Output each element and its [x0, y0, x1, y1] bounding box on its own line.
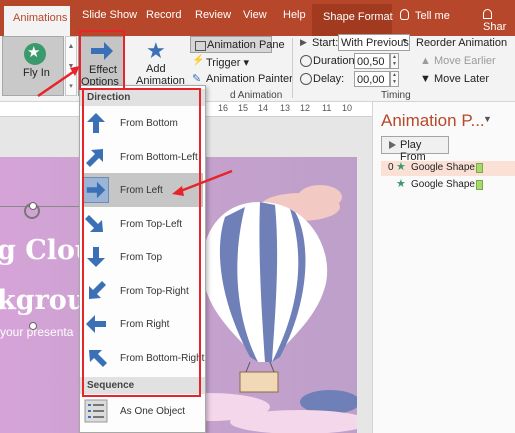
slide-title-line2: kgrou	[0, 285, 87, 316]
scroll-up-icon[interactable]: ▲	[66, 37, 76, 57]
animation-pane: Animation P... ▼ Play From 0 ★ Google Sh…	[372, 102, 515, 433]
scroll-down-icon[interactable]: ▼	[66, 57, 76, 77]
trigger-label: Trigger	[206, 57, 241, 69]
duration-spinner[interactable]: ▲ ▼	[390, 53, 399, 69]
lightbulb-icon	[400, 9, 409, 20]
resize-handle[interactable]	[29, 322, 37, 330]
start-label: Start:	[300, 37, 338, 49]
chevron-down-icon: ▼	[401, 38, 408, 45]
start-value: With Previous	[341, 37, 409, 49]
tab-view[interactable]: View	[243, 9, 267, 21]
resize-handle[interactable]	[29, 202, 37, 210]
advanced-animation-group-label: d Animation	[230, 90, 283, 101]
move-earlier-label: Move Earlier	[433, 55, 496, 67]
ribbon-body: Fly In ▲ ▼ ▾ Effect Options ▾ ★ Add Anim…	[0, 34, 515, 102]
entrance-star-icon: ★	[396, 178, 406, 190]
fly-in-star-icon	[24, 43, 46, 65]
delay-input[interactable]: 00,00	[354, 71, 390, 87]
animation-order-number: 0	[388, 162, 394, 173]
animation-pane-button[interactable]: Animation Pane	[190, 36, 285, 53]
menu-option-as-one-object[interactable]: As One Object	[82, 394, 203, 428]
ribbon-tab-bar: Animations Slide Show Record Review View…	[0, 0, 515, 36]
share-label: Shar	[483, 21, 507, 33]
tab-animations[interactable]: Animations	[4, 6, 70, 36]
delay-spinner[interactable]: ▲ ▼	[390, 71, 399, 87]
play-from-button[interactable]: Play From	[381, 136, 449, 163]
tab-shape-format[interactable]: Shape Format	[312, 4, 393, 36]
reorder-animation-label: Reorder Animation	[416, 37, 508, 49]
tab-review[interactable]: Review	[195, 9, 231, 21]
entrance-star-icon: ★	[396, 161, 406, 173]
ruler-tick: 12	[300, 103, 311, 113]
animation-pane-title: Animation P...	[381, 111, 485, 130]
gallery-more-icon[interactable]: ▾	[66, 77, 76, 97]
move-earlier-button[interactable]: ▲ Move Earlier	[420, 55, 496, 67]
ruler-tick: 16	[218, 103, 229, 113]
animation-list-item[interactable]: ★ Google Shape...	[381, 178, 515, 193]
animation-item-name: Google Shape...	[411, 162, 484, 173]
timing-group-label: Timing	[381, 90, 411, 101]
ruler-tick: 13	[280, 103, 291, 113]
timing-bar[interactable]	[476, 163, 483, 173]
trigger-button[interactable]: Trigger ▾	[192, 55, 249, 69]
move-later-button[interactable]: ▼ Move Later	[420, 73, 489, 85]
pane-options-chevron-icon[interactable]: ▼	[483, 114, 492, 124]
selection-border	[0, 206, 80, 207]
highlight-box-direction	[82, 88, 201, 397]
animation-painter-button[interactable]: Animation Painter	[192, 72, 293, 85]
tab-slide-show[interactable]: Slide Show	[82, 9, 137, 21]
move-later-label: Move Later	[433, 73, 489, 85]
ruler-tick: 15	[238, 103, 249, 113]
ruler-tick: 11	[322, 103, 332, 113]
animation-list-item[interactable]: 0 ★ Google Shape...	[381, 161, 515, 176]
add-animation-star-icon: ★	[146, 38, 166, 63]
duration-input[interactable]: 00,50	[354, 53, 390, 69]
option-label: As One Object	[120, 406, 186, 417]
delay-label: Delay:	[300, 73, 344, 85]
add-label: Add	[146, 63, 166, 75]
highlight-box-effect-options	[79, 30, 125, 90]
timing-bar[interactable]	[476, 180, 483, 190]
person-icon	[483, 9, 492, 19]
tell-me-box[interactable]: Tell me	[400, 9, 450, 22]
tell-me-label: Tell me	[415, 10, 450, 22]
duration-label: Duration:	[300, 55, 358, 67]
animation-item-name: Google Shape...	[411, 179, 484, 190]
group-divider	[292, 38, 293, 98]
fly-in-animation-button[interactable]: Fly In	[2, 36, 64, 96]
start-select[interactable]: With Previous ▼	[338, 34, 410, 51]
gallery-scroll[interactable]: ▲ ▼ ▾	[65, 36, 77, 96]
ruler-tick: 10	[342, 103, 353, 113]
fly-in-label: Fly In	[23, 67, 50, 79]
tab-record[interactable]: Record	[146, 9, 181, 21]
ruler-tick: 14	[258, 103, 269, 113]
share-button[interactable]: Shar	[483, 9, 515, 33]
single-object-icon	[84, 399, 108, 423]
tab-help[interactable]: Help	[283, 9, 306, 21]
